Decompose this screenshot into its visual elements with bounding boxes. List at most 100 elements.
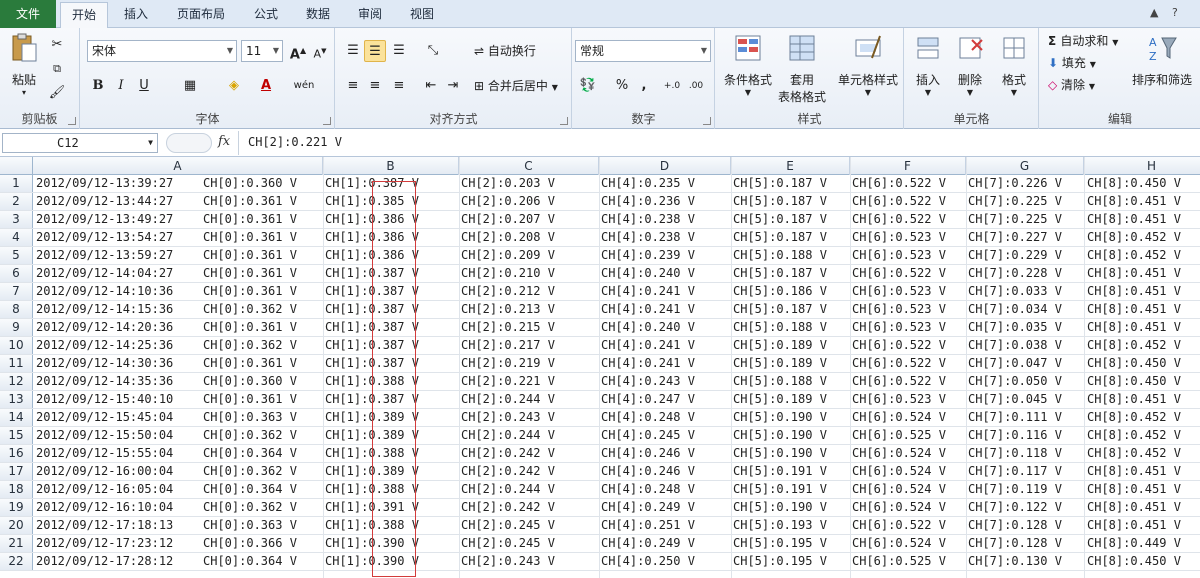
merge-center-button[interactable]: ⊞ 合并后居中 ▼ xyxy=(474,75,558,97)
cell-a[interactable]: 2012/09/12-17:23:12 xyxy=(36,535,173,552)
cell-e[interactable]: CH[5]:0.188 V xyxy=(733,319,827,336)
cell-a[interactable]: 2012/09/12-16:00:04 xyxy=(36,463,173,480)
cell-h[interactable]: CH[8]:0.451 V xyxy=(1087,463,1181,480)
cell-g[interactable]: CH[7]:0.228 V xyxy=(968,265,1062,282)
cell-b[interactable]: CH[1]:0.390 V xyxy=(325,535,419,552)
cell-a[interactable]: 2012/09/12-15:55:04 xyxy=(36,445,173,462)
cell-h[interactable]: CH[8]:0.452 V xyxy=(1087,409,1181,426)
cell-e[interactable]: CH[5]:0.189 V xyxy=(733,391,827,408)
row-header[interactable]: 5 xyxy=(0,247,33,264)
cell-a-text2[interactable]: CH[0]:0.361 V xyxy=(203,193,297,210)
row-header[interactable]: 1 xyxy=(0,175,33,192)
minimize-ribbon-icon[interactable]: ▲ xyxy=(1150,6,1158,19)
cell-g[interactable]: CH[7]:0.038 V xyxy=(968,337,1062,354)
cell-f[interactable]: CH[6]:0.525 V xyxy=(852,427,946,444)
cell-h[interactable]: CH[8]:0.451 V xyxy=(1087,265,1181,282)
row-header[interactable]: 7 xyxy=(0,283,33,300)
row-header[interactable]: 20 xyxy=(0,517,33,534)
cell-a-text2[interactable]: CH[0]:0.362 V xyxy=(203,463,297,480)
tab-formulas[interactable]: 公式 xyxy=(244,0,288,28)
cell-a-text2[interactable]: CH[0]:0.362 V xyxy=(203,499,297,516)
cell-a[interactable]: 2012/09/12-13:44:27 xyxy=(36,193,173,210)
cell-a-text2[interactable]: CH[0]:0.364 V xyxy=(203,553,297,570)
cell-c[interactable]: CH[2]:0.245 V xyxy=(461,517,555,534)
cell-h[interactable]: CH[8]:0.450 V xyxy=(1087,175,1181,192)
cell-e[interactable]: CH[5]:0.187 V xyxy=(733,301,827,318)
cell-e[interactable]: CH[5]:0.187 V xyxy=(733,193,827,210)
cell-e[interactable]: CH[5]:0.191 V xyxy=(733,463,827,480)
column-header-e[interactable]: E xyxy=(731,157,850,175)
cell-h[interactable]: CH[8]:0.450 V xyxy=(1087,355,1181,372)
cell-d[interactable]: CH[4]:0.243 V xyxy=(601,373,695,390)
cell-a[interactable]: 2012/09/12-15:40:10 xyxy=(36,391,173,408)
tab-file[interactable]: 文件 xyxy=(0,0,56,28)
cell-b[interactable]: CH[1]:0.389 V xyxy=(325,427,419,444)
cell-f[interactable]: CH[6]:0.523 V xyxy=(852,391,946,408)
increase-indent-icon[interactable]: ⇥ xyxy=(442,75,464,97)
cell-b[interactable]: CH[1]:0.389 V xyxy=(325,409,419,426)
cell-d[interactable]: CH[4]:0.246 V xyxy=(601,445,695,462)
cell-b[interactable]: CH[1]:0.386 V xyxy=(325,247,419,264)
increase-decimal-icon[interactable]: +.0 xyxy=(661,75,683,97)
cell-f[interactable]: CH[6]:0.522 V xyxy=(852,211,946,228)
tab-home[interactable]: 开始 xyxy=(60,2,108,29)
align-right-icon[interactable]: ≡ xyxy=(388,75,410,97)
cell-f[interactable]: CH[6]:0.522 V xyxy=(852,337,946,354)
row-header[interactable]: 14 xyxy=(0,409,33,426)
cell-h[interactable]: CH[8]:0.449 V xyxy=(1087,535,1181,552)
insert-cells-button[interactable]: 插入 ▼ xyxy=(907,32,949,97)
cell-a[interactable]: 2012/09/12-14:35:36 xyxy=(36,373,173,390)
cell-g[interactable]: CH[7]:0.050 V xyxy=(968,373,1062,390)
cell-b[interactable]: CH[1]:0.391 V xyxy=(325,499,419,516)
cell-styles-button[interactable]: 单元格样式 ▼ xyxy=(834,32,902,97)
row-header[interactable]: 6 xyxy=(0,265,33,282)
cell-b[interactable]: CH[1]:0.387 V xyxy=(325,337,419,354)
cell-h[interactable]: CH[8]:0.452 V xyxy=(1087,229,1181,246)
row-header[interactable]: 19 xyxy=(0,499,33,516)
help-icon[interactable]: ? xyxy=(1172,6,1178,19)
cell-a-text2[interactable]: CH[0]:0.361 V xyxy=(203,355,297,372)
cell-g[interactable]: CH[7]:0.118 V xyxy=(968,445,1062,462)
cell-f[interactable]: CH[6]:0.522 V xyxy=(852,175,946,192)
cell-g[interactable]: CH[7]:0.130 V xyxy=(968,553,1062,570)
cell-d[interactable]: CH[4]:0.240 V xyxy=(601,265,695,282)
orientation-icon[interactable]: ⤡ xyxy=(422,40,444,62)
cell-a[interactable]: 2012/09/12-15:50:04 xyxy=(36,427,173,444)
cell-a[interactable]: 2012/09/12-14:10:36 xyxy=(36,283,173,300)
cell-d[interactable]: CH[4]:0.247 V xyxy=(601,391,695,408)
cell-f[interactable]: CH[6]:0.523 V xyxy=(852,319,946,336)
cell-e[interactable]: CH[5]:0.187 V xyxy=(733,265,827,282)
cell-d[interactable]: CH[4]:0.241 V xyxy=(601,301,695,318)
align-bottom-icon[interactable]: ☰ xyxy=(388,40,410,62)
cell-b[interactable]: CH[1]:0.385 V xyxy=(325,193,419,210)
underline-icon[interactable]: U xyxy=(133,75,155,97)
cell-g[interactable]: CH[7]:0.117 V xyxy=(968,463,1062,480)
cell-b[interactable]: CH[1]:0.388 V xyxy=(325,481,419,498)
cell-e[interactable]: CH[5]:0.193 V xyxy=(733,517,827,534)
cell-e[interactable]: CH[5]:0.195 V xyxy=(733,553,827,570)
column-header-h[interactable]: H xyxy=(1084,157,1200,175)
cell-c[interactable]: CH[2]:0.203 V xyxy=(461,175,555,192)
cell-d[interactable]: CH[4]:0.241 V xyxy=(601,283,695,300)
cell-e[interactable]: CH[5]:0.190 V xyxy=(733,409,827,426)
row-header[interactable]: 22 xyxy=(0,553,33,570)
cell-g[interactable]: CH[7]:0.119 V xyxy=(968,481,1062,498)
cell-f[interactable]: CH[6]:0.523 V xyxy=(852,301,946,318)
row-header[interactable]: 2 xyxy=(0,193,33,210)
grow-font-icon[interactable]: A▲ xyxy=(287,40,309,62)
cell-g[interactable]: CH[7]:0.128 V xyxy=(968,517,1062,534)
cut-icon[interactable]: ✂ xyxy=(46,34,68,56)
shrink-font-icon[interactable]: A▼ xyxy=(309,40,331,62)
row-header[interactable]: 17 xyxy=(0,463,33,480)
tab-page-layout[interactable]: 页面布局 xyxy=(166,0,236,28)
font-name-select[interactable]: 宋体 ▼ xyxy=(87,40,237,62)
cell-h[interactable]: CH[8]:0.451 V xyxy=(1087,193,1181,210)
cell-a-text2[interactable]: CH[0]:0.361 V xyxy=(203,211,297,228)
cell-c[interactable]: CH[2]:0.243 V xyxy=(461,553,555,570)
format-cells-button[interactable]: 格式 ▼ xyxy=(993,32,1035,97)
cell-e[interactable]: CH[5]:0.191 V xyxy=(733,481,827,498)
cell-a-text2[interactable]: CH[0]:0.361 V xyxy=(203,319,297,336)
column-header-d[interactable]: D xyxy=(599,157,731,175)
cell-c[interactable]: CH[2]:0.244 V xyxy=(461,391,555,408)
cell-a[interactable]: 2012/09/12-13:54:27 xyxy=(36,229,173,246)
